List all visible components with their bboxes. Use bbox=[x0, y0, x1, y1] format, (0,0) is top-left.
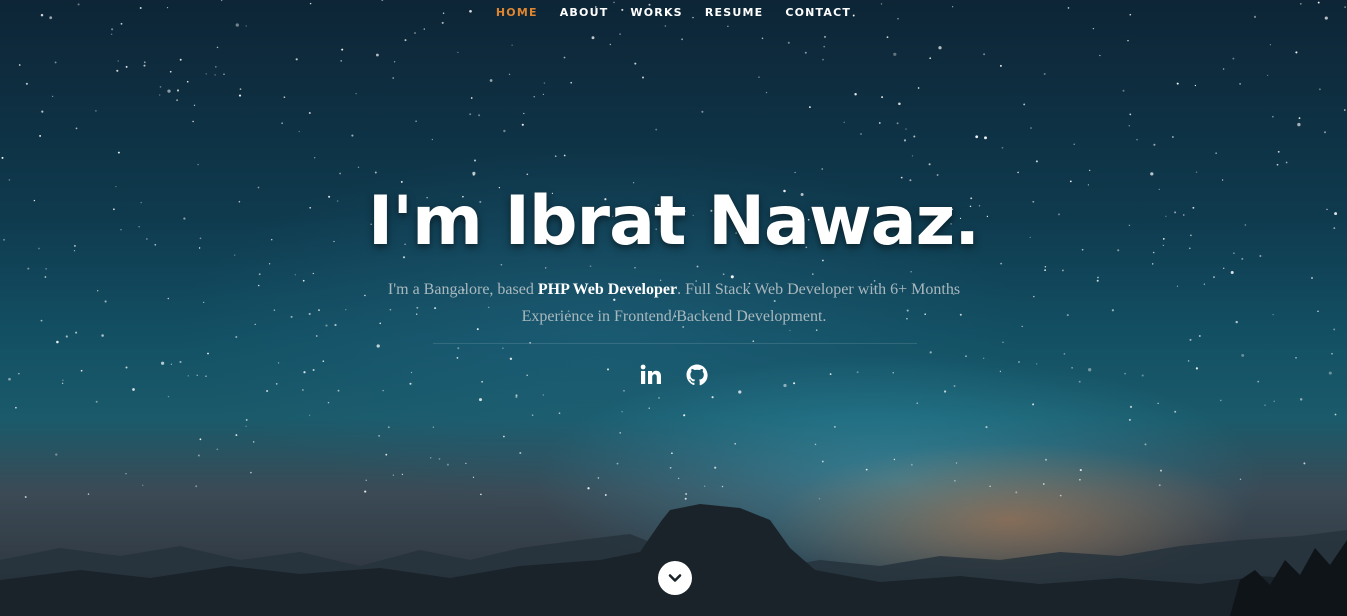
hero-divider bbox=[433, 343, 917, 344]
nav-item-contact[interactable]: CONTACT bbox=[785, 6, 851, 26]
scroll-down-button[interactable] bbox=[658, 561, 692, 595]
github-icon[interactable] bbox=[685, 363, 709, 387]
nav-item-resume[interactable]: RESUME bbox=[705, 6, 764, 26]
nav-item-about[interactable]: ABOUT bbox=[560, 6, 609, 26]
nav-item-home[interactable]: HOME bbox=[496, 6, 538, 26]
intro-highlight: PHP Web Developer bbox=[537, 281, 678, 298]
main-nav: HOME ABOUT WORKS RESUME CONTACT bbox=[0, 0, 1347, 26]
nav-item-works[interactable]: WORKS bbox=[630, 6, 682, 26]
intro-text-before: I'm a Bangalore, based bbox=[387, 281, 538, 298]
linkedin-icon[interactable] bbox=[639, 363, 663, 387]
hero-headline: I'm Ibrat Nawaz. bbox=[367, 182, 980, 261]
chevron-down-icon bbox=[668, 574, 682, 582]
hero-intro: I'm a Bangalore, based PHP Web Developer… bbox=[383, 276, 965, 330]
hero-section: HOME ABOUT WORKS RESUME CONTACT I'm Ibra… bbox=[0, 0, 1347, 616]
social-links bbox=[0, 363, 1347, 387]
